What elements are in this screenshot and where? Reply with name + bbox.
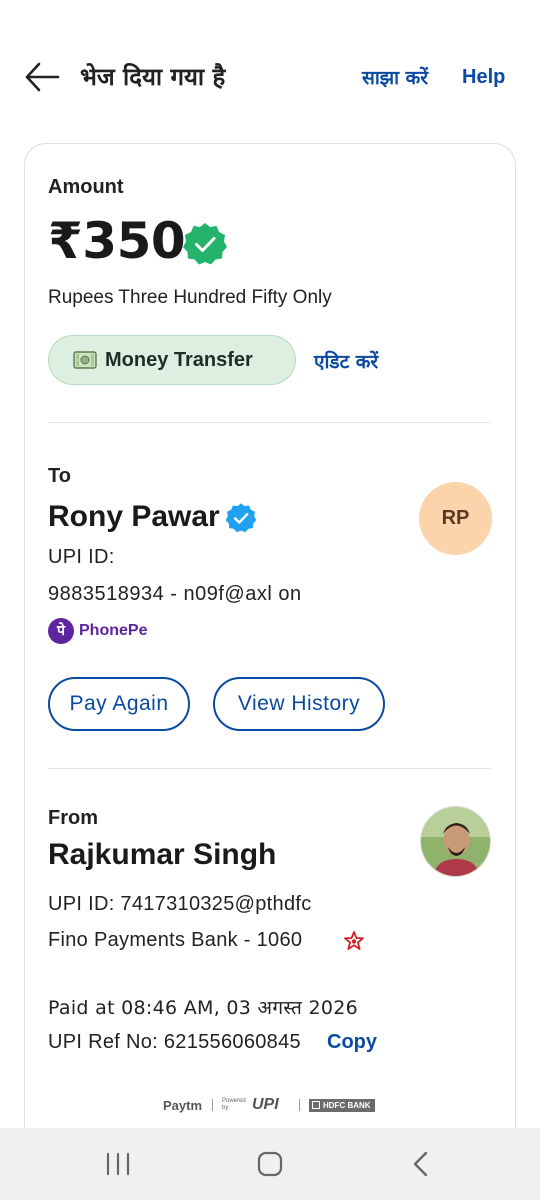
recent-apps-icon[interactable] bbox=[104, 1152, 132, 1176]
view-history-button[interactable]: View History bbox=[213, 677, 385, 731]
sender-bank: Fino Payments Bank - 1060 bbox=[48, 929, 303, 951]
page-title: भेज दिया गया है bbox=[80, 63, 226, 91]
pay-again-button[interactable]: Pay Again bbox=[48, 677, 190, 731]
share-button[interactable]: साझा करें bbox=[362, 64, 428, 90]
sender-name: Rajkumar Singh bbox=[48, 838, 277, 871]
category-chip-label: Money Transfer bbox=[105, 349, 253, 371]
amount-label: Amount bbox=[48, 176, 124, 198]
recipient-upi-id: 9883518934 - n09f@axl on bbox=[48, 583, 302, 605]
section-divider bbox=[48, 422, 491, 423]
from-label: From bbox=[48, 807, 98, 829]
paid-at-timestamp: Paid at 08:46 AM, 03 अगस्त 2026 bbox=[48, 997, 359, 1019]
copy-ref-button[interactable]: Copy bbox=[327, 1031, 377, 1054]
upi-logo: UPI bbox=[252, 1096, 279, 1113]
banknote-icon bbox=[73, 351, 97, 369]
hdfc-bank-logo: HDFC BANK bbox=[309, 1099, 375, 1112]
hdfc-bank-label: HDFC BANK bbox=[323, 1101, 371, 1110]
recipient-upi-label: UPI ID: bbox=[48, 546, 115, 568]
sender-avatar bbox=[420, 806, 491, 877]
system-nav-bar bbox=[0, 1128, 540, 1200]
footer-separator bbox=[212, 1099, 213, 1111]
paytm-logo: Paytm bbox=[163, 1098, 203, 1113]
phonepe-label: PhonePe bbox=[79, 622, 148, 639]
help-button[interactable]: Help bbox=[462, 66, 505, 89]
footer-separator bbox=[299, 1099, 300, 1111]
recipient-name: Rony Pawar bbox=[48, 500, 220, 533]
home-icon[interactable] bbox=[256, 1150, 284, 1178]
to-label: To bbox=[48, 465, 71, 487]
amount-in-words: Rupees Three Hundred Fifty Only bbox=[48, 287, 332, 308]
verified-badge-icon bbox=[183, 223, 227, 265]
sender-upi-id: UPI ID: 7417310325@pthdfc bbox=[48, 893, 312, 915]
recipient-avatar: RP bbox=[419, 482, 492, 555]
amount-value: ₹350 bbox=[48, 212, 186, 270]
fino-bank-icon bbox=[344, 931, 364, 950]
powered-by-label: Powered by bbox=[222, 1098, 246, 1111]
verified-badge-icon bbox=[225, 503, 257, 533]
app-header: भेज दिया गया है साझा करें Help bbox=[0, 0, 540, 140]
back-arrow-icon[interactable] bbox=[24, 60, 60, 94]
category-chip[interactable]: Money Transfer bbox=[48, 335, 296, 385]
nav-back-icon[interactable] bbox=[410, 1150, 432, 1178]
section-divider bbox=[48, 768, 491, 769]
upi-ref-number: UPI Ref No: 621556060845 bbox=[48, 1031, 301, 1053]
edit-category-button[interactable]: एडिट करें bbox=[314, 348, 378, 374]
hdfc-logo-icon bbox=[312, 1101, 320, 1109]
phonepe-logo-icon: पे bbox=[48, 618, 74, 644]
